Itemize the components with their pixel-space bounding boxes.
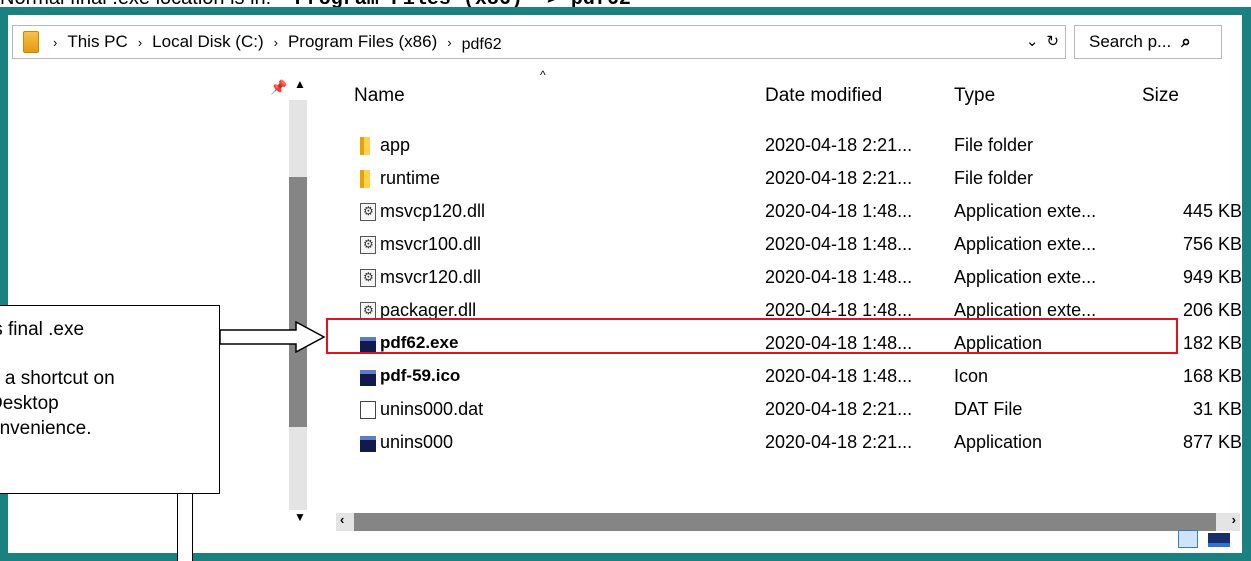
file-type: Application exte... (954, 234, 1097, 254)
column-header-name[interactable]: Name (354, 85, 405, 107)
list-item[interactable]: msvcr120.dll 2020-04-18 1:48... Applicat… (308, 263, 1242, 295)
app-icon (360, 370, 376, 386)
file-date: 2020-04-18 2:21... (765, 168, 913, 188)
callout-stem (177, 494, 193, 561)
nav-scroll-down-icon[interactable]: ▼ (294, 510, 306, 524)
callout-arrow (220, 321, 326, 353)
folder-icon (360, 170, 370, 188)
chevron-down-icon[interactable]: ⌄ (1026, 32, 1039, 50)
scroll-right-icon[interactable]: › (1232, 512, 1236, 527)
dll-icon (360, 203, 376, 221)
callout-line-2: e a shortcut on (0, 368, 115, 389)
column-header-date[interactable]: Date modified (765, 85, 882, 107)
search-input[interactable]: Search p... (1089, 32, 1171, 52)
sort-caret-icon: ^ (540, 68, 546, 82)
file-name: unins000.dat (380, 399, 484, 419)
scroll-left-icon[interactable]: ‹ (340, 512, 344, 527)
file-name: msvcp120.dll (380, 201, 486, 221)
top-caption: Normal final .exe location is in: "Progr… (0, 0, 631, 11)
list-item[interactable]: msvcr100.dll 2020-04-18 1:48... Applicat… (308, 230, 1242, 262)
search-icon[interactable]: ⌕ (1181, 32, 1191, 52)
file-type: File folder (954, 135, 1034, 155)
file-size: 168 KB (1182, 366, 1242, 386)
file-size: 31 KB (1192, 399, 1242, 419)
large-icons-view-icon[interactable] (1208, 533, 1230, 547)
breadcrumb-pdf62[interactable]: pdf62 (462, 36, 502, 54)
file-size: 949 KB (1182, 267, 1242, 287)
list-item[interactable]: runtime 2020-04-18 2:21... File folder (308, 164, 1242, 196)
dll-icon (360, 269, 376, 287)
file-size: 206 KB (1182, 300, 1242, 320)
selected-file-highlight (326, 318, 1178, 354)
list-item[interactable]: unins000.dat 2020-04-18 2:21... DAT File… (308, 395, 1242, 427)
file-icon (360, 401, 376, 419)
file-name: msvcr100.dll (380, 234, 482, 254)
address-bar[interactable]: › This PC › Local Disk (C:) › Program Fi… (12, 25, 1066, 59)
breadcrumb-this-pc[interactable]: This PC (67, 32, 127, 52)
file-size: 182 KB (1182, 333, 1242, 353)
callout-line-1: is final .exe (0, 319, 85, 340)
list-item[interactable]: unins000 2020-04-18 2:21... Application … (308, 428, 1242, 460)
breadcrumb-program-files[interactable]: Program Files (x86) (288, 32, 437, 52)
chevron-right-icon[interactable]: › (447, 35, 451, 50)
file-name: unins000 (380, 432, 454, 452)
app-icon (360, 436, 376, 452)
chevron-right-icon[interactable]: › (138, 35, 142, 50)
folder-icon (360, 137, 370, 155)
file-size: 445 KB (1182, 201, 1242, 221)
folder-icon (23, 31, 39, 53)
breadcrumb-local-disk[interactable]: Local Disk (C:) (152, 32, 263, 52)
nav-scroll-up-icon[interactable]: ▲ (294, 77, 306, 91)
file-name: app (380, 135, 411, 155)
file-type: Application exte... (954, 201, 1097, 221)
file-type: Application (954, 432, 1043, 452)
callout-line-4: onvenience. (0, 418, 92, 439)
file-name: pdf-59.ico (380, 366, 461, 385)
horizontal-scrollbar-thumb[interactable] (354, 513, 1216, 531)
list-item[interactable]: pdf-59.ico 2020-04-18 1:48... Icon 168 K… (308, 362, 1242, 394)
file-date: 2020-04-18 1:48... (765, 234, 913, 254)
list-item[interactable]: app 2020-04-18 2:21... File folder (308, 131, 1242, 163)
refresh-icon[interactable]: ↻ (1046, 32, 1059, 50)
column-header-size[interactable]: Size (1142, 85, 1179, 107)
search-box[interactable]: Search p... ⌕ (1074, 25, 1222, 59)
horizontal-scrollbar[interactable]: ‹ › (336, 512, 1240, 531)
file-size: 877 KB (1182, 432, 1242, 452)
file-type: File folder (954, 168, 1034, 188)
file-name: runtime (380, 168, 441, 188)
file-name: msvcr120.dll (380, 267, 482, 287)
file-date: 2020-04-18 1:48... (765, 267, 913, 287)
file-date: 2020-04-18 2:21... (765, 135, 913, 155)
file-type: DAT File (954, 399, 1023, 419)
chevron-right-icon[interactable]: › (53, 35, 57, 50)
file-type: Application exte... (954, 267, 1097, 287)
callout-line-3: Desktop (0, 393, 59, 414)
file-date: 2020-04-18 2:21... (765, 432, 913, 452)
details-view-icon[interactable] (1178, 530, 1198, 548)
chevron-right-icon[interactable]: › (274, 35, 278, 50)
file-date: 2020-04-18 1:48... (765, 201, 913, 221)
file-date: 2020-04-18 1:48... (765, 366, 913, 386)
list-item[interactable]: msvcp120.dll 2020-04-18 1:48... Applicat… (308, 197, 1242, 229)
nav-scrollbar-thumb[interactable] (289, 177, 307, 427)
file-date: 2020-04-18 2:21... (765, 399, 913, 419)
column-header-type[interactable]: Type (954, 85, 995, 107)
annotation-callout: is final .exe e a shortcut on Desktop on… (0, 305, 220, 494)
file-type: Icon (954, 366, 989, 386)
pin-icon[interactable]: 📌 (270, 79, 287, 96)
dll-icon (360, 236, 376, 254)
file-size: 756 KB (1182, 234, 1242, 254)
